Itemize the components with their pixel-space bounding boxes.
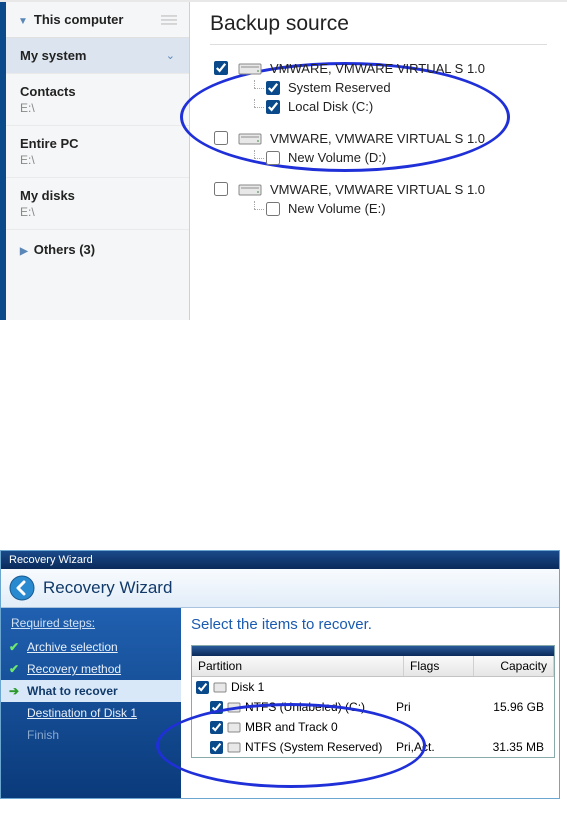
sidebar-item-others[interactable]: ▶ Others (3) bbox=[6, 230, 189, 269]
partition-grid: Partition Flags Capacity Disk 1 NTFS (Unl… bbox=[191, 645, 555, 758]
disk-name: VMWARE, VMWARE VIRTUAL S 1.0 bbox=[270, 131, 485, 146]
backup-source-main: Backup source VMWARE, VMWARE VIRTUAL S 1… bbox=[190, 2, 567, 320]
partition-name: NTFS (System Reserved) bbox=[245, 740, 392, 754]
disk-checkbox[interactable] bbox=[214, 182, 228, 196]
divider bbox=[210, 44, 547, 45]
wizard-step[interactable]: What to recover bbox=[1, 680, 181, 702]
volume-checkbox[interactable] bbox=[266, 81, 280, 95]
volume-icon bbox=[227, 741, 241, 753]
disk-row[interactable]: VMWARE, VMWARE VIRTUAL S 1.0 bbox=[210, 130, 547, 146]
volume-icon bbox=[227, 701, 241, 713]
volume-checkbox[interactable] bbox=[266, 151, 280, 165]
disk-icon bbox=[238, 181, 262, 197]
volume-name: Local Disk (C:) bbox=[288, 99, 373, 114]
volume-row[interactable]: System Reserved bbox=[210, 80, 547, 95]
disk-checkbox[interactable] bbox=[214, 131, 228, 145]
backup-source-panel: ▼ This computer ——— My system ⌄ Contacts … bbox=[0, 0, 567, 320]
disk-name: Disk 1 bbox=[231, 680, 264, 694]
partition-checkbox[interactable] bbox=[210, 701, 223, 714]
sidebar-item-label: My disks bbox=[20, 188, 175, 203]
disk-row[interactable]: VMWARE, VMWARE VIRTUAL S 1.0 bbox=[210, 60, 547, 76]
wizard-step[interactable]: Destination of Disk 1 bbox=[1, 702, 181, 724]
disk-name: VMWARE, VMWARE VIRTUAL S 1.0 bbox=[270, 182, 485, 197]
partition-flags: Pri,Act. bbox=[396, 740, 466, 754]
sidebar-item-entire-pc[interactable]: Entire PC E:\ bbox=[6, 126, 189, 178]
menu-icon[interactable]: ——— bbox=[161, 14, 177, 26]
partition-row[interactable]: NTFS (System Reserved) Pri,Act. 31.35 MB bbox=[192, 737, 554, 757]
partition-row[interactable]: NTFS (Unlabeled) (C:) Pri 15.96 GB bbox=[192, 697, 554, 717]
wizard-step[interactable]: Recovery method bbox=[1, 658, 181, 680]
volume-checkbox[interactable] bbox=[266, 100, 280, 114]
volume-icon bbox=[227, 721, 241, 733]
disk-row[interactable]: Disk 1 bbox=[192, 677, 554, 697]
window-titlebar: Recovery Wizard bbox=[1, 551, 559, 569]
partition-checkbox[interactable] bbox=[210, 721, 223, 734]
recovery-wizard-window: Recovery Wizard Recovery Wizard Required… bbox=[0, 550, 560, 799]
sidebar-item-sub: E:\ bbox=[20, 153, 175, 167]
col-flags: Flags bbox=[404, 656, 474, 676]
sidebar-title: This computer bbox=[34, 12, 124, 27]
sidebar-item-label: Contacts bbox=[20, 84, 175, 99]
col-partition: Partition bbox=[192, 656, 404, 676]
collapse-icon: ▼ bbox=[18, 16, 28, 27]
sidebar-header[interactable]: ▼ This computer ——— bbox=[6, 2, 189, 38]
source-sidebar: ▼ This computer ——— My system ⌄ Contacts … bbox=[0, 2, 190, 320]
wizard-step[interactable]: Archive selection bbox=[1, 636, 181, 658]
disk-name: VMWARE, VMWARE VIRTUAL S 1.0 bbox=[270, 61, 485, 76]
sidebar-item-contacts[interactable]: Contacts E:\ bbox=[6, 74, 189, 126]
sidebar-item-label: Others (3) bbox=[34, 242, 95, 257]
sidebar-item-sub: E:\ bbox=[20, 101, 175, 115]
volume-row[interactable]: Local Disk (C:) bbox=[210, 99, 547, 114]
disk-icon bbox=[238, 130, 262, 146]
back-icon[interactable] bbox=[9, 575, 35, 601]
wizard-steps-sidebar: Required steps: Archive selectionRecover… bbox=[1, 608, 181, 798]
expand-icon: ▶ bbox=[20, 246, 28, 257]
volume-checkbox[interactable] bbox=[266, 202, 280, 216]
disk-icon bbox=[238, 60, 262, 76]
wizard-title: Recovery Wizard bbox=[43, 578, 172, 598]
disk-checkbox[interactable] bbox=[196, 681, 209, 694]
volume-name: New Volume (D:) bbox=[288, 150, 386, 165]
disk-row[interactable]: VMWARE, VMWARE VIRTUAL S 1.0 bbox=[210, 181, 547, 197]
partition-capacity: 15.96 GB bbox=[470, 700, 550, 714]
partition-row[interactable]: MBR and Track 0 bbox=[192, 717, 554, 737]
partition-flags: Pri bbox=[396, 700, 466, 714]
disk-tree: VMWARE, VMWARE VIRTUAL S 1.0 System Reser… bbox=[210, 60, 547, 216]
disk-checkbox[interactable] bbox=[214, 61, 228, 75]
wizard-header: Recovery Wizard bbox=[1, 569, 559, 608]
partition-capacity: 31.35 MB bbox=[470, 740, 550, 754]
volume-row[interactable]: New Volume (E:) bbox=[210, 201, 547, 216]
volume-name: System Reserved bbox=[288, 80, 391, 95]
partition-checkbox[interactable] bbox=[210, 741, 223, 754]
sidebar-item-my-system[interactable]: My system ⌄ bbox=[6, 38, 189, 74]
sidebar-item-my-disks[interactable]: My disks E:\ bbox=[6, 178, 189, 230]
grid-columns: Partition Flags Capacity bbox=[192, 656, 554, 677]
col-capacity: Capacity bbox=[474, 656, 554, 676]
steps-title: Required steps: bbox=[1, 614, 181, 636]
partition-name: NTFS (Unlabeled) (C:) bbox=[245, 700, 392, 714]
wizard-step: Finish bbox=[1, 724, 181, 746]
chevron-down-icon: ⌄ bbox=[166, 49, 175, 62]
wizard-heading: Select the items to recover. bbox=[191, 616, 555, 633]
sidebar-item-label: My system bbox=[20, 48, 86, 63]
page-title: Backup source bbox=[210, 12, 547, 36]
disk-icon bbox=[213, 681, 227, 693]
volume-name: New Volume (E:) bbox=[288, 201, 386, 216]
grid-header-bar bbox=[192, 646, 554, 656]
sidebar-item-label: Entire PC bbox=[20, 136, 175, 151]
partition-name: MBR and Track 0 bbox=[245, 720, 392, 734]
wizard-main: Select the items to recover. Partition F… bbox=[181, 608, 559, 798]
sidebar-item-sub: E:\ bbox=[20, 205, 175, 219]
volume-row[interactable]: New Volume (D:) bbox=[210, 150, 547, 165]
